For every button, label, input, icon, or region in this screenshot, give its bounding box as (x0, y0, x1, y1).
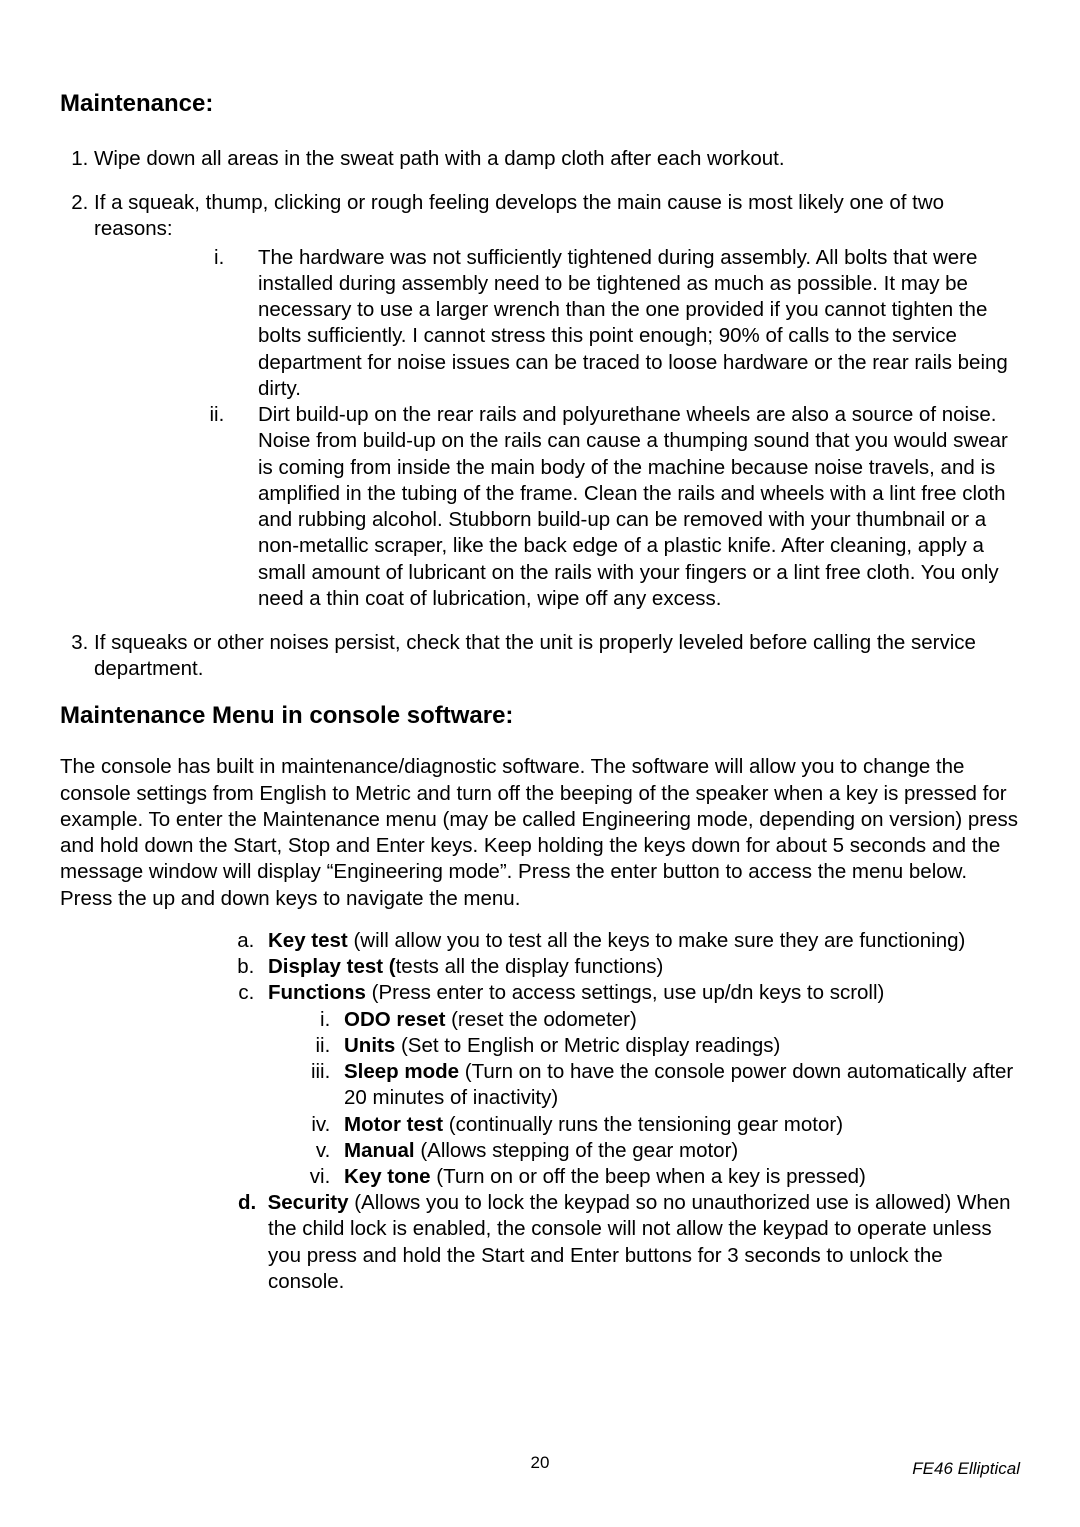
manual-label: Manual (344, 1139, 415, 1162)
list-item: The hardware was not sufficiently tighte… (230, 245, 1020, 402)
odo-reset-text: (reset the odometer) (445, 1008, 636, 1031)
list-item: Display test (tests all the display func… (260, 954, 1020, 980)
list-item: Key tone (Turn on or off the beep when a… (336, 1164, 1020, 1190)
console-heading: Maintenance Menu in console software: (60, 702, 1020, 730)
list-item: Key test (will allow you to test all the… (260, 928, 1020, 954)
units-text: (Set to English or Metric display readin… (395, 1034, 780, 1057)
maintenance-heading: Maintenance: (60, 90, 1020, 118)
document-page: Maintenance: Wipe down all areas in the … (0, 0, 1080, 1527)
list-item: Units (Set to English or Metric display … (336, 1033, 1020, 1059)
list-item: d. Security (Allows you to lock the keyp… (260, 1190, 1020, 1295)
list-item: Motor test (continually runs the tension… (336, 1112, 1020, 1138)
motor-test-label: Motor test (344, 1113, 443, 1136)
console-intro: The console has built in maintenance/dia… (60, 754, 1020, 911)
page-footer: 20 FE46 Elliptical (60, 1459, 1020, 1479)
manual-text: (Allows stepping of the gear motor) (415, 1139, 739, 1162)
odo-reset-label: ODO reset (344, 1008, 445, 1031)
list-item: Manual (Allows stepping of the gear moto… (336, 1138, 1020, 1164)
units-label: Units (344, 1034, 395, 1057)
d-marker: d. (238, 1191, 268, 1214)
functions-sublist: ODO reset (reset the odometer) Units (Se… (268, 1007, 1020, 1191)
key-test-label: Key test (268, 929, 348, 952)
list-item: Sleep mode (Turn on to have the console … (336, 1059, 1020, 1111)
list-item: ODO reset (reset the odometer) (336, 1007, 1020, 1033)
display-test-label: Display test ( (268, 955, 396, 978)
sleep-mode-label: Sleep mode (344, 1060, 459, 1083)
menu-list: Key test (will allow you to test all the… (60, 928, 1020, 1295)
roman-sublist: The hardware was not sufficiently tighte… (94, 245, 1020, 612)
list-item: If a squeak, thump, clicking or rough fe… (94, 190, 1020, 612)
security-label: Security (268, 1191, 349, 1214)
functions-label: Functions (268, 981, 366, 1004)
security-text: (Allows you to lock the keypad so no una… (268, 1191, 1011, 1293)
key-tone-label: Key tone (344, 1165, 431, 1188)
item2-intro: If a squeak, thump, clicking or rough fe… (94, 191, 944, 240)
key-tone-text: (Turn on or off the beep when a key is p… (431, 1165, 866, 1188)
key-test-text: (will allow you to test all the keys to … (348, 929, 966, 952)
list-item: Dirt build-up on the rear rails and poly… (230, 402, 1020, 612)
display-test-text: tests all the display functions) (396, 955, 664, 978)
maintenance-list: Wipe down all areas in the sweat path wi… (60, 146, 1020, 682)
list-item: If squeaks or other noises persist, chec… (94, 630, 1020, 682)
page-number: 20 (60, 1453, 1020, 1473)
model-name: FE46 Elliptical (912, 1459, 1020, 1479)
list-item: Wipe down all areas in the sweat path wi… (94, 146, 1020, 172)
functions-text: (Press enter to access settings, use up/… (366, 981, 884, 1004)
motor-test-text: (continually runs the tensioning gear mo… (443, 1113, 843, 1136)
list-item: Functions (Press enter to access setting… (260, 980, 1020, 1190)
